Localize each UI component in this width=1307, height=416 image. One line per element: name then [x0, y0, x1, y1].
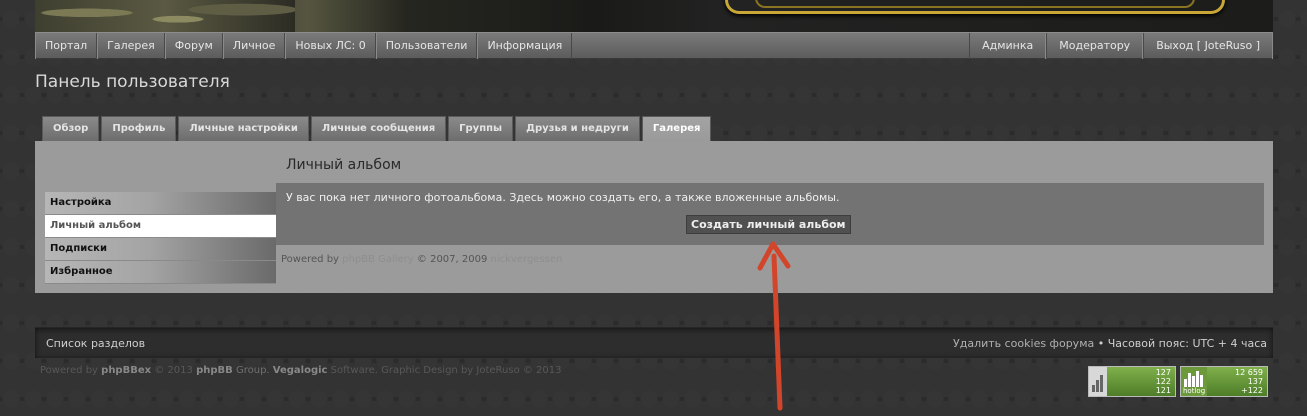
powered-year: © 2007, 2009	[416, 254, 488, 265]
counter2-values: 12 659 137 +122	[1235, 368, 1263, 395]
copyright-group: Group.	[235, 365, 270, 376]
delete-cookies-link[interactable]: Удалить cookies форума	[953, 337, 1094, 350]
liveinternet-counter[interactable]: 127 122 121	[1088, 366, 1176, 397]
create-album-button[interactable]: Создать личный альбом	[686, 215, 851, 234]
tab-gallery[interactable]: Галерея	[641, 116, 712, 142]
side-item-settings[interactable]: Настройка	[45, 192, 276, 215]
nav-info[interactable]: Информация	[477, 33, 573, 59]
banner-logo-inner	[755, 0, 1195, 8]
nav-right-group: Админка Модератору Выход [ JoteRuso ]	[969, 33, 1273, 59]
powered-author-link[interactable]: nickvergessen	[491, 254, 563, 265]
copyright-vegalogic-link[interactable]: Vegalogic	[273, 365, 328, 376]
header-banner	[35, 0, 1273, 32]
side-menu: Настройка Личный альбом Подписки Избранн…	[45, 192, 276, 284]
timezone-label: Часовой пояс:	[1107, 337, 1189, 350]
forum-index-link[interactable]: Список разделов	[46, 337, 145, 350]
counter2-delta: +122	[1241, 386, 1263, 395]
nav-logout[interactable]: Выход [ JoteRuso ]	[1143, 33, 1273, 59]
footer-bullet: •	[1097, 337, 1105, 350]
counter2-hosts: 137	[1247, 377, 1263, 386]
counter1-views: 127	[1155, 368, 1171, 377]
nav-forum[interactable]: Форум	[164, 33, 223, 59]
tab-groups[interactable]: Группы	[448, 116, 514, 141]
nav-personal[interactable]: Личное	[222, 33, 286, 59]
bar-chart-icon	[1092, 375, 1103, 392]
nav-moderator[interactable]: Модератору	[1046, 33, 1144, 59]
hotlog-counter[interactable]: hotlog 12 659 137 +122	[1180, 366, 1268, 397]
nav-admin[interactable]: Админка	[969, 33, 1047, 59]
nav-portal[interactable]: Портал	[35, 33, 98, 59]
tab-private-messages[interactable]: Личные сообщения	[310, 116, 447, 141]
timezone-value: UTC + 4 часа	[1192, 337, 1267, 350]
copyright-phpbbex-link[interactable]: phpBBex	[101, 365, 151, 376]
tab-personal-settings[interactable]: Личные настройки	[178, 116, 309, 141]
banner-camo-image	[35, 0, 295, 32]
tab-overview[interactable]: Обзор	[42, 116, 100, 141]
hotlog-chart-icon	[1184, 371, 1203, 387]
ucp-panel: Настройка Личный альбом Подписки Избранн…	[35, 141, 1273, 293]
copyright-year: © 2013	[154, 365, 193, 376]
counter1-values: 127 122 121	[1156, 368, 1171, 395]
counter1-visits: 122	[1155, 377, 1171, 386]
nav-users[interactable]: Пользователи	[375, 33, 478, 59]
page-title: Панель пользователя	[35, 72, 230, 92]
side-item-subscriptions[interactable]: Подписки	[45, 238, 276, 261]
footer-bar: Список разделов Удалить cookies форума •…	[35, 327, 1273, 358]
no-album-message: У вас пока нет личного фотоальбома. Здес…	[286, 191, 840, 204]
counter2-hits: 12 659	[1235, 368, 1263, 377]
nav-new-pm[interactable]: Новых ЛС: 0	[285, 33, 376, 59]
powered-by-text: Powered by	[281, 254, 339, 265]
side-item-favorites[interactable]: Избранное	[45, 261, 276, 284]
hotlog-label: hotlog	[1183, 387, 1206, 395]
side-item-personal-album[interactable]: Личный альбом	[45, 215, 276, 238]
main-navbar: Портал Галерея Форум Личное Новых ЛС: 0 …	[35, 32, 1273, 59]
counter1-visitors: 121	[1155, 386, 1171, 395]
tab-profile[interactable]: Профиль	[101, 116, 177, 141]
annotation-arrow-icon	[757, 241, 791, 411]
nav-left-group: Портал Галерея Форум Личное Новых ЛС: 0 …	[35, 33, 573, 59]
ucp-tabs: Обзор Профиль Личные настройки Личные со…	[42, 116, 712, 142]
gallery-powered-by: Powered by phpBB Gallery © 2007, 2009 ni…	[281, 254, 562, 265]
footer-right-group: Удалить cookies форума • Часовой пояс: U…	[953, 337, 1267, 350]
copyright-powered: Powered by	[40, 365, 98, 376]
powered-gallery-link[interactable]: phpBB Gallery	[342, 254, 414, 265]
album-title: Личный альбом	[286, 157, 402, 173]
counter-bars-icon	[1089, 367, 1107, 396]
copyright-software: Software. Graphic Design by JoteRuso © 2…	[330, 365, 562, 376]
nav-gallery[interactable]: Галерея	[97, 33, 165, 59]
copyright-phpbb-link[interactable]: phpBB	[196, 365, 233, 376]
tab-friends-foes[interactable]: Друзья и недруги	[515, 116, 640, 141]
site-copyright: Powered by phpBBex © 2013 phpBB Group. V…	[40, 365, 562, 376]
